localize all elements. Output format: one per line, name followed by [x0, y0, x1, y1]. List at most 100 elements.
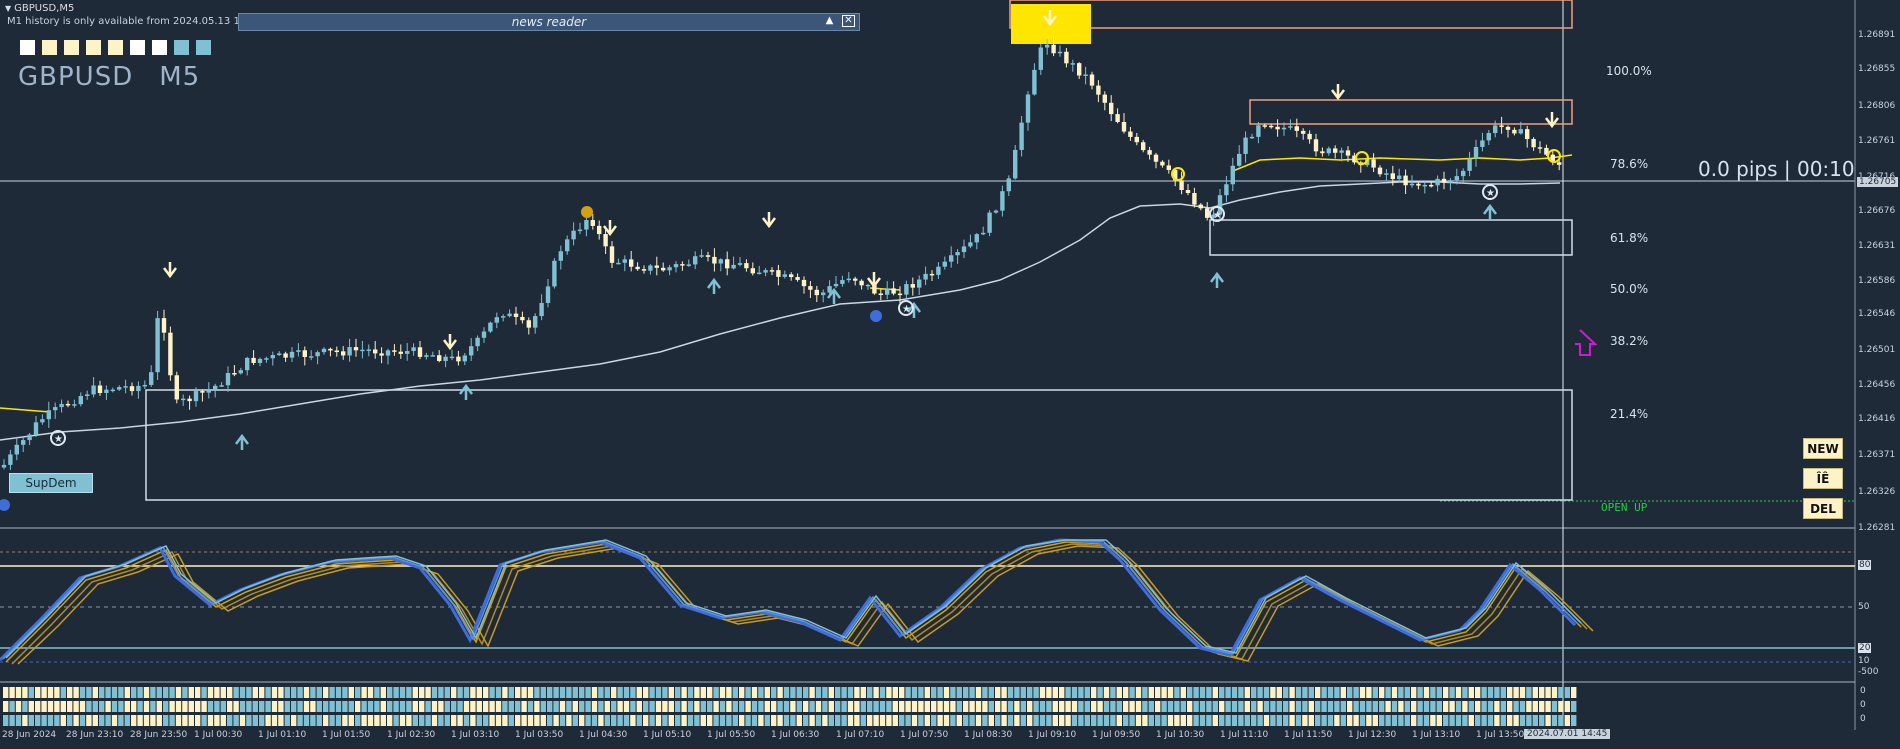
timeframe-square[interactable] [42, 40, 57, 55]
candle [1256, 125, 1261, 137]
strength-cell [758, 687, 764, 698]
strength-cell [54, 687, 60, 698]
candle [840, 280, 845, 284]
news-reader-bar[interactable]: news reader ▲ ✕ [238, 13, 860, 31]
buy-arrow-icon [235, 433, 249, 450]
strength-cell [771, 715, 777, 726]
candle [961, 246, 967, 253]
candle [341, 351, 346, 356]
sell-arrow-icon [443, 334, 457, 351]
timeframe-square[interactable] [130, 40, 145, 55]
time-tick: 1 Jul 11:50 [1284, 730, 1333, 740]
strength-cell [783, 715, 790, 726]
strength-cell [329, 701, 335, 712]
candle [577, 229, 583, 232]
delete-button[interactable]: DEL [1803, 498, 1843, 519]
strength-cell [1308, 715, 1314, 726]
strength-cell [495, 687, 502, 698]
candle [1185, 190, 1191, 194]
strength-cell [841, 687, 847, 698]
timeframe-square[interactable] [152, 40, 167, 55]
strength-cell [732, 701, 738, 712]
strength-cell [579, 715, 585, 726]
candle [1454, 176, 1459, 181]
strength-cell [1078, 715, 1084, 726]
pips-timer: 0.0 pips | 00:10 [1698, 157, 1855, 181]
strength-cell [521, 701, 527, 712]
strength-cell [745, 701, 751, 712]
candle [360, 349, 365, 352]
strength-cell [1142, 715, 1148, 726]
strength-cell [1455, 715, 1462, 726]
strength-cell [35, 701, 41, 712]
timeframe-squares [20, 40, 211, 55]
timeframe-square[interactable] [86, 40, 101, 55]
timeframe-square[interactable] [108, 40, 123, 55]
price-tick: 1.26631 [1858, 241, 1896, 251]
strength-cell [1487, 715, 1494, 726]
strength-cell [1423, 687, 1430, 698]
strength-cell [796, 715, 802, 726]
new-button[interactable]: NEW [1803, 438, 1843, 459]
strength-cell [156, 715, 162, 726]
strength-cell [1187, 687, 1193, 698]
strength-cell [412, 701, 418, 712]
timeframe-square[interactable] [20, 40, 35, 55]
candle [737, 263, 743, 265]
window-menu-icon[interactable]: ▼ [5, 4, 11, 13]
price-chart[interactable]: ★ ★ ★ ★ [0, 0, 1900, 749]
strength-cell [1046, 701, 1052, 712]
strength-cell [1135, 701, 1142, 712]
candle [449, 356, 455, 359]
strength-cell [374, 687, 380, 698]
strength-cell [1193, 701, 1199, 712]
candle [942, 261, 947, 267]
timeframe-square[interactable] [196, 40, 211, 55]
strength-cell [265, 687, 271, 698]
strength-cell [1359, 701, 1366, 712]
strength-cell [1238, 715, 1244, 726]
strength-cell [1468, 701, 1474, 712]
candle [1448, 180, 1453, 183]
strength-cell [1526, 715, 1532, 726]
strength-cell [1155, 715, 1161, 726]
candle [1422, 184, 1427, 187]
supdem-button[interactable]: SupDem [9, 473, 93, 493]
strength-cell [182, 715, 188, 726]
strength-cell [668, 687, 674, 698]
strength-cell [310, 715, 316, 726]
strength-cell [310, 687, 316, 698]
close-icon[interactable]: ✕ [842, 15, 855, 27]
strength-cell [399, 715, 406, 726]
timeframe-square[interactable] [64, 40, 79, 55]
strength-cell [681, 701, 687, 712]
triangle-up-icon[interactable]: ▲ [823, 15, 836, 27]
strength-cell [860, 701, 866, 712]
strength-cell [911, 687, 918, 698]
strength-cell [1110, 687, 1116, 698]
candle [1345, 150, 1351, 156]
ie-button[interactable]: ÎÊ [1803, 468, 1843, 489]
strength-cell [649, 701, 655, 712]
candle [661, 267, 666, 271]
strength-cell [1366, 701, 1372, 712]
buy-arrow-icon [1483, 203, 1497, 220]
strength-cell [700, 687, 706, 698]
strength-cell [892, 701, 898, 712]
strength-cell [675, 715, 681, 726]
timeframe-square[interactable] [174, 40, 189, 55]
candle [302, 350, 307, 357]
candle [1409, 183, 1415, 186]
candle [1371, 159, 1376, 168]
strength-cell [316, 715, 322, 726]
strength-cell [92, 701, 98, 712]
time-tick: 28 Jun 2024 [2, 730, 57, 740]
candle [14, 444, 19, 455]
strength-cell [463, 715, 470, 726]
strength-cell [1571, 701, 1577, 712]
strength-cell [1244, 687, 1250, 698]
candle [827, 286, 832, 293]
strength-cell [950, 701, 956, 712]
strength-cell [886, 701, 892, 712]
candle [853, 278, 858, 281]
